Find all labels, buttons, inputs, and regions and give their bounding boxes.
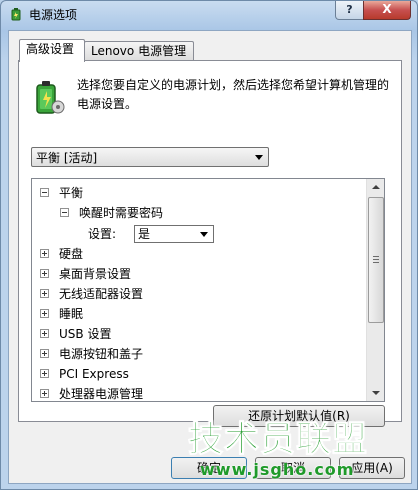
intro-description: 选择您要自定义的电源计划，然后选择您希望计算机管理的电源设置。: [77, 78, 390, 111]
tree-node-usb-settings[interactable]: USB 设置: [40, 324, 111, 344]
setting-label: 设置:: [88, 227, 117, 241]
tree-node-hard-disk[interactable]: 硬盘: [40, 244, 83, 264]
tree-node-label: 硬盘: [59, 247, 84, 261]
wake-password-value: 是: [138, 227, 151, 241]
tree-node-desktop-background[interactable]: 桌面背景设置: [40, 264, 131, 284]
window-title: 电源选项: [29, 8, 78, 22]
expand-icon[interactable]: [40, 369, 49, 378]
tree-node-label: 无线适配器设置: [59, 287, 144, 301]
wake-password-dropdown[interactable]: 是: [134, 225, 214, 243]
scroll-up-icon[interactable]: [367, 179, 384, 196]
grip-icon: [373, 256, 379, 263]
dialog-client-area: 高级设置 Lenovo 电源管理 选择您要自定义的电源计划，然后选择您希望计算机…: [8, 30, 412, 484]
expand-icon[interactable]: [40, 269, 49, 278]
tree-node-label: 平衡: [59, 186, 84, 200]
expand-icon[interactable]: [40, 329, 49, 338]
tree-node-balanced[interactable]: 平衡: [40, 183, 83, 203]
expand-icon[interactable]: [40, 349, 49, 358]
tree-node-wireless-adapter[interactable]: 无线适配器设置: [40, 284, 143, 304]
watermark-url: www.jsgho.com: [200, 460, 355, 479]
expand-icon[interactable]: [40, 289, 49, 298]
tab-lenovo-power-management[interactable]: Lenovo 电源管理: [84, 41, 194, 61]
tree-node-label: 桌面背景设置: [59, 267, 132, 281]
scroll-down-icon[interactable]: [367, 384, 384, 401]
close-button[interactable]: X: [363, 1, 411, 20]
tree-node-label: 电源按钮和盖子: [59, 347, 144, 361]
expand-icon[interactable]: [40, 389, 49, 398]
tree-node-power-buttons-lid[interactable]: 电源按钮和盖子: [40, 344, 143, 364]
power-plan-selected-value: 平衡 [活动]: [36, 151, 98, 165]
settings-tree[interactable]: 平衡 唤醒时需要密码 设置: 是 硬盘 桌面背景设置 无线适配器设置 睡眠 US…: [31, 178, 385, 402]
tree-node-label: 处理器电源管理: [59, 387, 144, 401]
tree-node-wake-password[interactable]: 唤醒时需要密码: [60, 203, 163, 223]
settings-tree-content: 平衡 唤醒时需要密码 设置: 是 硬盘 桌面背景设置 无线适配器设置 睡眠 US…: [32, 179, 366, 401]
tree-node-label: PCI Express: [59, 367, 129, 381]
tree-node-label: 唤醒时需要密码: [79, 206, 164, 220]
expand-icon[interactable]: [40, 309, 49, 318]
tree-node-label: USB 设置: [59, 327, 112, 341]
help-button[interactable]: ?: [335, 1, 364, 20]
watermark-title: 技术员联盟: [187, 420, 369, 461]
battery-settings-icon: [36, 81, 65, 114]
chevron-down-icon[interactable]: [200, 232, 208, 237]
power-options-dialog: 电源选项 ? X 高级设置 Lenovo 电源管理 选择您要自定义的电源计划，然…: [0, 0, 418, 490]
advanced-settings-panel: 选择您要自定义的电源计划，然后选择您希望计算机管理的电源设置。 平衡 [活动] …: [18, 60, 402, 422]
tree-node-sleep[interactable]: 睡眠: [40, 304, 83, 324]
title-bar[interactable]: 电源选项 ? X: [1, 1, 417, 29]
collapse-icon[interactable]: [40, 188, 49, 197]
tab-advanced-settings[interactable]: 高级设置: [19, 39, 85, 62]
tree-node-processor-power[interactable]: 处理器电源管理: [40, 384, 144, 401]
tree-node-pci-express[interactable]: PCI Express: [40, 364, 129, 384]
collapse-icon[interactable]: [60, 208, 69, 217]
power-options-icon: [11, 8, 21, 21]
site-watermark: 技术员联盟 www.jsgho.com: [187, 420, 418, 490]
scrollbar-thumb[interactable]: [368, 197, 384, 323]
power-plan-dropdown[interactable]: 平衡 [活动]: [31, 147, 269, 167]
vertical-scrollbar[interactable]: [366, 179, 384, 401]
tree-node-label: 睡眠: [59, 307, 84, 321]
expand-icon[interactable]: [40, 249, 49, 258]
chevron-down-icon[interactable]: [255, 155, 263, 160]
